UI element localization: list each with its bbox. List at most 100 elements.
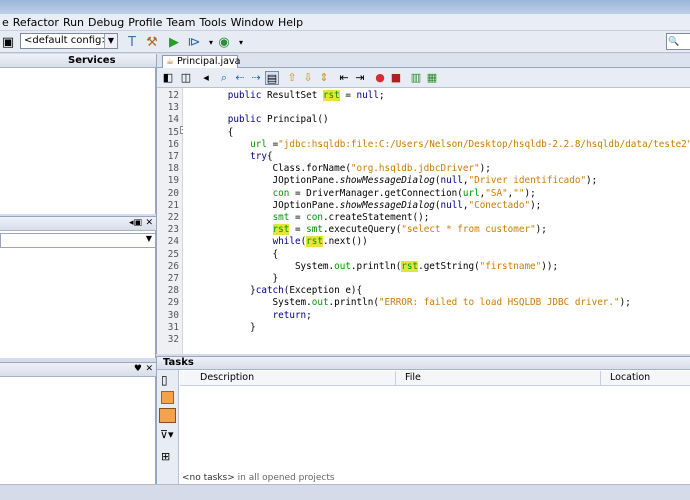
toggle-bookmark-icon[interactable]: ⇕ (317, 71, 331, 85)
line-number: 16 (167, 138, 179, 150)
code-line[interactable]: public ResultSet rst = null; (183, 90, 690, 102)
column-description[interactable]: Description (200, 371, 254, 385)
code-line[interactable] (183, 334, 690, 346)
stop-macro-icon[interactable]: ■ (389, 71, 403, 85)
menu-refactor[interactable]: Refactor (11, 16, 61, 29)
line-number: 26 (167, 260, 179, 272)
main-toolbar: ▣ <default config> ▼ T ⚒ ▶ ⧐ ▾ ◉ ▾ 🔍 (0, 31, 690, 53)
projects-panel: Services (0, 54, 156, 214)
code-line[interactable]: public Principal() (183, 114, 690, 126)
group-icon[interactable]: ⊞ (161, 450, 170, 463)
code-line[interactable]: System.out.println("ERROR: failed to loa… (183, 297, 690, 309)
navigator-header: ◂▣ ✕ (0, 217, 156, 231)
chevron-down-icon[interactable]: ▼ (146, 234, 152, 243)
code-line[interactable]: url ="jdbc:hsqldb:file:C:/Users/Nelson/D… (183, 139, 690, 151)
toggle-highlight-icon[interactable]: ▤ (265, 71, 279, 85)
find-next-icon[interactable]: ⇢ (249, 71, 263, 85)
tasks-status-bold: <no tasks> (182, 473, 235, 483)
uncomment-icon[interactable]: ▦ (425, 71, 439, 85)
filter-icon[interactable]: ⊽▾ (160, 428, 174, 441)
build-icon[interactable]: T (124, 34, 140, 50)
menu-debug[interactable]: Debug (86, 16, 126, 29)
column-location[interactable]: Location (610, 371, 650, 385)
clean-build-icon[interactable]: ⚒ (144, 34, 160, 50)
java-file-icon: ☕ (166, 57, 175, 67)
source-icon[interactable]: ◧ (161, 71, 175, 85)
editor-toolbar: ◧ ◫ ◂ ⌕ ⇠ ⇢ ▤ ⇧ ⇩ ⇕ ⇤ ⇥ ● ■ ▥ ▦ (157, 68, 690, 88)
menu-team[interactable]: Team (164, 16, 197, 29)
start-macro-icon[interactable]: ● (373, 71, 387, 85)
code-line[interactable]: Class.forName("org.hsqldb.jdbcDriver"); (183, 163, 690, 175)
code-line[interactable]: smt = con.createStatement(); (183, 212, 690, 224)
services-tab[interactable]: Services (62, 54, 156, 68)
output-panel: ♥ ✕ (0, 362, 156, 484)
tab-principal-java[interactable]: ☕ Principal.java (162, 55, 241, 68)
code-line[interactable]: try{ (183, 151, 690, 163)
previous-bookmark-icon[interactable]: ⇧ (285, 71, 299, 85)
close-icon[interactable]: ✕ (145, 363, 153, 376)
file-scope-icon[interactable]: ▯ (161, 373, 168, 387)
tasks-status: <no tasks> in all opened projects (180, 472, 690, 484)
line-number: 27 (167, 273, 179, 284)
profile-dropdown-icon[interactable]: ▾ (233, 34, 249, 50)
find-icon[interactable]: ⌕ (217, 71, 231, 85)
search-input[interactable]: 🔍 (666, 33, 690, 50)
close-icon[interactable]: ✕ (145, 217, 153, 230)
code-line[interactable] (183, 102, 690, 114)
find-previous-icon[interactable]: ⇠ (233, 71, 247, 85)
code-line[interactable]: while(rst.next()) (183, 236, 690, 248)
line-number: 29 (167, 297, 179, 309)
shift-right-icon[interactable]: ⇥ (353, 71, 367, 85)
menu-edit[interactable]: e (0, 16, 11, 29)
debug-icon[interactable]: ⧐ (186, 34, 202, 50)
menu-profile[interactable]: Profile (126, 16, 164, 29)
profile-icon[interactable]: ◉ (216, 34, 232, 50)
chevron-down-icon[interactable]: ▼ (104, 34, 117, 48)
code-line[interactable]: return; (183, 310, 690, 322)
code-line[interactable]: } (183, 273, 690, 285)
menu-window[interactable]: Window (229, 16, 276, 29)
line-number: 20 (167, 187, 179, 199)
line-number: 13 (167, 102, 179, 114)
config-select[interactable]: <default config> ▼ (20, 33, 118, 49)
save-all-icon[interactable]: ▣ (0, 34, 16, 50)
back-icon[interactable]: ◂ (199, 71, 213, 85)
shift-left-icon[interactable]: ⇤ (337, 71, 351, 85)
code-line[interactable]: System.out.println(rst.getString("firstn… (183, 260, 690, 273)
line-number: 30 (167, 309, 179, 321)
line-number: 15 (167, 126, 179, 138)
run-icon[interactable]: ▶ (166, 34, 182, 50)
navigator-select[interactable]: ▼ (0, 233, 156, 248)
line-number: 31 (167, 321, 179, 333)
editor-tab-strip: ☕ Principal.java (157, 54, 690, 68)
menu-help[interactable]: Help (276, 16, 305, 29)
column-file[interactable]: File (405, 371, 421, 385)
code-line[interactable]: JOptionPane.showMessageDialog(null,"Cone… (183, 200, 690, 212)
column-divider (395, 371, 396, 385)
tasks-status-rest: in all opened projects (234, 473, 335, 483)
code-line[interactable]: con = DriverManager.getConnection(url,"S… (183, 188, 690, 200)
code-line[interactable]: rst = smt.executeQuery("select * from cu… (183, 224, 690, 236)
code-line[interactable]: }catch(Exception e){ (183, 285, 690, 297)
code-line[interactable]: JOptionPane.showMessageDialog(null,"Driv… (183, 175, 690, 187)
code-line[interactable]: { (183, 249, 690, 261)
services-tab-label: Services (68, 55, 116, 66)
tasks-title: Tasks (163, 357, 194, 368)
all-projects-scope-icon[interactable] (159, 408, 176, 423)
minimize-icon[interactable]: ♥ (134, 363, 142, 376)
project-scope-icon[interactable] (161, 391, 174, 404)
line-number: 28 (167, 285, 179, 297)
history-icon[interactable]: ◫ (179, 71, 193, 85)
menu-run[interactable]: Run (61, 16, 86, 29)
next-bookmark-icon[interactable]: ⇩ (301, 71, 315, 85)
tasks-side-toolbar: ▯ ⊽▾ ⊞ (157, 370, 179, 485)
config-value: <default config> (24, 35, 110, 46)
comment-icon[interactable]: ▥ (409, 71, 423, 85)
code-line[interactable]: { (183, 127, 690, 139)
code-line[interactable]: } (183, 322, 690, 334)
tab-label: Principal.java (177, 56, 241, 67)
code-area[interactable]: public ResultSet rst = null; public Prin… (183, 88, 690, 354)
pin-icon[interactable]: ◂▣ (129, 217, 142, 230)
line-number: 14 (167, 114, 179, 126)
menu-tools[interactable]: Tools (198, 16, 229, 29)
